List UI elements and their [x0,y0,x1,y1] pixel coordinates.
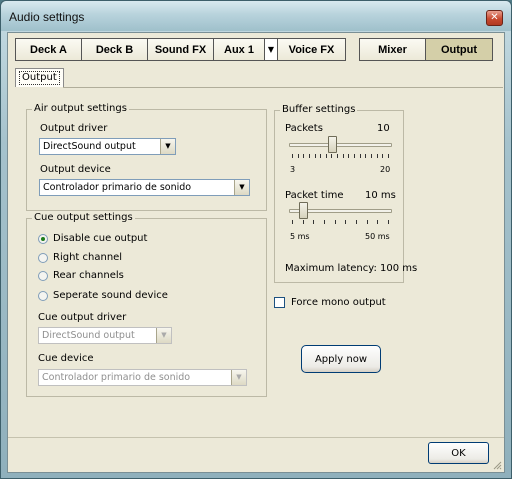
packets-slider-thumb[interactable] [327,136,337,153]
tab-output[interactable]: Output [426,39,492,60]
output-driver-label: Output driver [40,123,108,134]
output-driver-value: DirectSound output [43,141,136,152]
subtab-output[interactable]: Output [15,68,64,87]
audio-settings-window: Audio settings ✕ Deck A Deck B Sound FX … [0,0,512,479]
packets-slider-track[interactable] [289,143,392,147]
air-output-title: Air output settings [32,103,129,115]
window-title: Audio settings [9,10,85,24]
chevron-down-icon[interactable]: ▼ [160,139,175,154]
cue-device-label: Cue device [38,353,94,364]
radio-rear-channels-label: Rear channels [53,270,124,281]
force-mono-label: Force mono output [291,297,386,308]
packet-time-min: 5 ms [290,232,310,241]
radio-separate-device[interactable] [38,291,48,301]
packets-label: Packets [285,123,323,134]
buffer-title: Buffer settings [280,104,358,116]
packets-value: 10 [377,123,390,134]
resize-grip-icon[interactable] [492,460,502,470]
title-bar[interactable]: Audio settings ✕ [1,1,511,31]
chevron-down-icon[interactable]: ▼ [231,370,246,385]
packets-ticks [292,154,389,158]
packets-min: 3 [290,165,296,174]
chevron-down-icon[interactable]: ▼ [264,39,278,60]
packet-time-ticks [292,220,389,224]
dialog-client: Deck A Deck B Sound FX Aux 1 ▼ Voice FX … [7,32,505,473]
output-device-select[interactable]: Controlador primario de sonido ▼ [39,179,250,196]
output-driver-select[interactable]: DirectSound output ▼ [39,138,176,155]
source-tab-group: Deck A Deck B Sound FX Aux 1 ▼ Voice FX [15,38,346,61]
radio-rear-channels[interactable] [38,271,48,281]
chevron-down-icon[interactable]: ▼ [234,180,249,195]
tab-aux-1[interactable]: Aux 1 [214,39,264,60]
ok-button[interactable]: OK [428,442,489,464]
chevron-down-icon[interactable]: ▼ [156,328,171,343]
cue-device-value: Controlador primario de sonido [42,372,191,383]
radio-right-channel-label: Right channel [53,252,123,263]
tab-mixer[interactable]: Mixer [360,39,426,60]
apply-now-button[interactable]: Apply now [301,345,381,373]
cue-driver-label: Cue output driver [38,312,127,323]
radio-disable-cue[interactable] [38,234,48,244]
cue-device-select[interactable]: Controlador primario de sonido ▼ [38,369,247,386]
max-latency-text: Maximum latency: 100 ms [285,263,418,274]
tab-deck-b[interactable]: Deck B [82,39,148,60]
close-icon[interactable]: ✕ [486,10,503,26]
cue-driver-value: DirectSound output [42,330,135,341]
packet-time-slider-thumb[interactable] [299,202,309,219]
footer-divider [8,437,504,438]
tab-voice-fx[interactable]: Voice FX [278,39,345,60]
radio-right-channel[interactable] [38,253,48,263]
force-mono-checkbox[interactable] [274,297,285,308]
packet-time-label: Packet time [285,190,344,201]
output-device-label: Output device [40,164,111,175]
packet-time-max: 50 ms [365,232,390,241]
output-device-value: Controlador primario de sonido [43,182,192,193]
output-tab-group: Mixer Output [359,38,493,61]
radio-separate-device-label: Seperate sound device [53,290,168,301]
subtab-output-label: Output [19,71,60,85]
packets-max: 20 [380,165,391,174]
cue-output-title: Cue output settings [32,212,135,224]
tab-divider [63,87,503,88]
packet-time-value: 10 ms [365,190,396,201]
cue-driver-select[interactable]: DirectSound output ▼ [38,327,172,344]
tab-deck-a[interactable]: Deck A [16,39,82,60]
radio-disable-cue-label: Disable cue output [53,233,148,244]
tab-sound-fx[interactable]: Sound FX [148,39,214,60]
